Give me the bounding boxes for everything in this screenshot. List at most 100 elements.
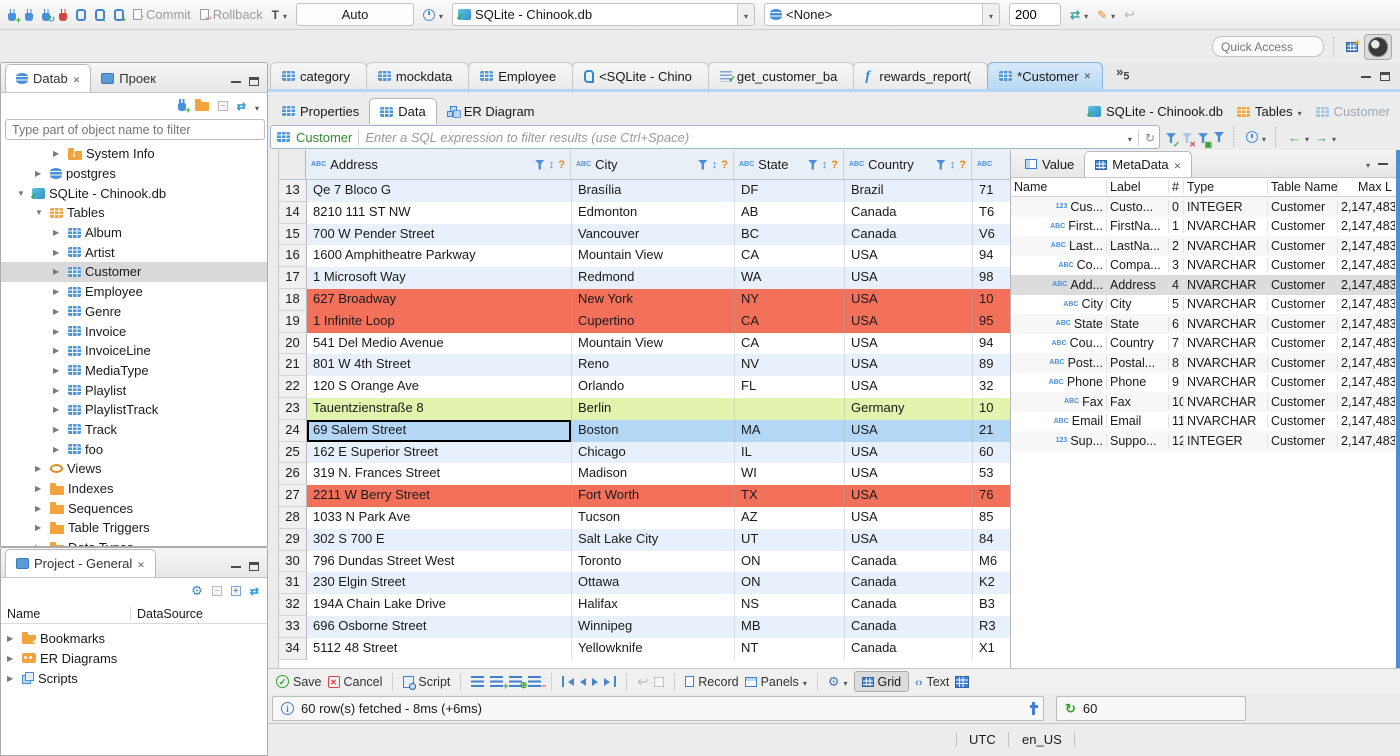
cell-city[interactable]: Edmonton: [572, 201, 735, 224]
row-number-cell[interactable]: 33: [279, 615, 307, 638]
cell-country[interactable]: Canada: [845, 594, 973, 616]
tree-item[interactable]: ▶ Scripts: [1, 668, 267, 688]
column-header-state[interactable]: ABC State ↕?: [734, 150, 844, 179]
tab-metadata[interactable]: MetaData: [1084, 151, 1193, 177]
add-row-icon[interactable]: +: [490, 676, 508, 691]
more-editors-chevron[interactable]: »5: [1116, 64, 1129, 83]
filter-icon[interactable]: [807, 159, 818, 170]
tab-data[interactable]: Data: [369, 98, 437, 124]
column-header-address[interactable]: ABC Address ↕?: [306, 150, 571, 179]
cell-postalcode[interactable]: 76: [973, 485, 1010, 507]
filter-icon[interactable]: [534, 159, 545, 170]
cell-state[interactable]: DF: [735, 180, 845, 202]
row-number-cell[interactable]: 26: [279, 463, 307, 486]
timezone-indicator[interactable]: UTC: [956, 732, 1009, 747]
row-number-cell[interactable]: 16: [279, 245, 307, 268]
column-header-postalcode[interactable]: ABC: [972, 150, 1010, 179]
sort-icon[interactable]: ↕: [950, 159, 956, 171]
previous-row-button[interactable]: [580, 677, 587, 686]
cell-city[interactable]: Mountain View: [572, 245, 735, 268]
cell-state[interactable]: BC: [735, 223, 845, 246]
sort-icon[interactable]: ↕: [822, 159, 828, 171]
cell-country[interactable]: USA: [845, 267, 973, 289]
maximize-icon[interactable]: [1380, 72, 1390, 81]
expand-arrow-icon[interactable]: ▶: [7, 674, 18, 683]
cell-city[interactable]: Berlin: [572, 397, 735, 420]
metadata-row[interactable]: 123 Cus... Custo... 0 INTEGER Customer 2,…: [1011, 197, 1396, 217]
cell-state[interactable]: IL: [735, 441, 845, 464]
database-combo[interactable]: <None>: [764, 3, 1001, 26]
tree-item[interactable]: ▶ System Info: [1, 144, 267, 164]
sql-filter-input[interactable]: Customer Enter a SQL expression to filte…: [270, 125, 1160, 149]
editor-tab[interactable]: get_customer_ba: [707, 62, 855, 89]
cell-city[interactable]: Vancouver: [572, 223, 735, 246]
edit-row-icon[interactable]: [471, 676, 485, 687]
commit-button[interactable]: ✓ Commit: [133, 7, 191, 23]
cell-address[interactable]: 319 N. Frances Street: [307, 463, 572, 486]
tree-item[interactable]: ▼ Tables: [1, 203, 267, 223]
expand-arrow-icon[interactable]: ▶: [35, 169, 46, 178]
tab-properties[interactable]: Properties: [272, 98, 369, 124]
cancel-button[interactable]: Cancel: [327, 675, 382, 689]
last-row-button[interactable]: [604, 676, 617, 687]
expand-arrow-icon[interactable]: ▶: [53, 149, 64, 158]
cell-city[interactable]: Tucson: [572, 506, 735, 529]
cell-state[interactable]: NY: [735, 288, 845, 311]
calc-panel-icon[interactable]: [955, 675, 970, 688]
column-header-table[interactable]: Table Name: [1268, 180, 1338, 194]
expand-arrow-icon[interactable]: ▶: [53, 228, 64, 237]
tree-item[interactable]: ▶ PlaylistTrack: [1, 400, 267, 420]
metadata-row[interactable]: ABC Phone Phone 9 NVARCHAR Customer 2,147…: [1011, 373, 1396, 393]
row-number-cell[interactable]: 20: [279, 332, 307, 355]
tree-item[interactable]: ▶ Playlist: [1, 380, 267, 400]
cell-city[interactable]: Boston: [572, 419, 735, 442]
row-number-cell[interactable]: 17: [279, 267, 307, 289]
cell-state[interactable]: ON: [735, 550, 845, 573]
refresh-icon[interactable]: [1065, 701, 1076, 717]
settings-button[interactable]: [828, 674, 848, 690]
cell-postalcode[interactable]: 94: [973, 245, 1010, 267]
row-number-cell[interactable]: 13: [279, 180, 307, 202]
tab-database-navigator[interactable]: Datab: [5, 64, 92, 92]
expand-arrow-icon[interactable]: ▶: [53, 267, 64, 276]
cell-postalcode[interactable]: 53: [973, 463, 1010, 485]
row-number-cell[interactable]: 15: [279, 223, 307, 246]
custom-filter-icon[interactable]: [1214, 132, 1224, 142]
metadata-row[interactable]: ABC City City 5 NVARCHAR Customer 2,147,4…: [1011, 295, 1396, 315]
connection-combo[interactable]: SQLite - Chinook.db: [452, 3, 756, 26]
sql-history-button[interactable]: [423, 7, 443, 22]
cell-postalcode[interactable]: 95: [973, 311, 1010, 333]
breadcrumb-tables[interactable]: Tables: [1255, 104, 1293, 119]
cell-address[interactable]: 2211 W Berry Street: [307, 485, 572, 507]
sort-icon[interactable]: ↕: [549, 159, 555, 171]
commit-mode-combo[interactable]: Auto: [296, 3, 414, 26]
close-icon[interactable]: [1174, 157, 1182, 172]
cell-state[interactable]: ON: [735, 572, 845, 595]
cell-postalcode[interactable]: 89: [973, 354, 1010, 376]
cell-country[interactable]: Brazil: [845, 180, 973, 202]
cell-postalcode[interactable]: V6: [973, 224, 1010, 246]
cell-postalcode[interactable]: 84: [973, 529, 1010, 551]
delete-row-icon[interactable]: −: [528, 676, 546, 691]
row-number-cell[interactable]: 23: [279, 397, 307, 420]
cell-postalcode[interactable]: 21: [973, 420, 1010, 442]
script-button[interactable]: Script: [403, 675, 450, 690]
collapse-all-icon[interactable]: −: [211, 586, 222, 596]
metadata-row[interactable]: ABCFax Fax 10 NVARCHAR Customer 2,147,48…: [1011, 392, 1396, 412]
cell-address[interactable]: 1033 N Park Ave: [307, 506, 572, 529]
cell-city[interactable]: Cupertino: [572, 310, 735, 333]
filter-icon[interactable]: [935, 159, 946, 170]
cell-state[interactable]: MA: [735, 419, 845, 442]
expand-arrow-icon[interactable]: ▶: [35, 504, 46, 513]
expand-arrow-icon[interactable]: ▼: [35, 208, 46, 217]
metadata-row[interactable]: ABC Post... Postal... 8 NVARCHAR Customer…: [1011, 353, 1396, 373]
cell-city[interactable]: Fort Worth: [572, 485, 735, 507]
metadata-row[interactable]: ABC Cou... Country 7 NVARCHAR Customer 2,…: [1011, 334, 1396, 354]
cell-country[interactable]: USA: [845, 354, 973, 377]
cell-city[interactable]: New York: [572, 288, 735, 311]
cell-address[interactable]: 162 E Superior Street: [307, 441, 572, 464]
cell-address[interactable]: 8210 111 ST NW: [307, 201, 572, 224]
expand-arrow-icon[interactable]: ▶: [53, 327, 64, 336]
expand-arrow-icon[interactable]: ▶: [7, 654, 18, 663]
cell-address[interactable]: 627 Broadway: [307, 288, 572, 311]
